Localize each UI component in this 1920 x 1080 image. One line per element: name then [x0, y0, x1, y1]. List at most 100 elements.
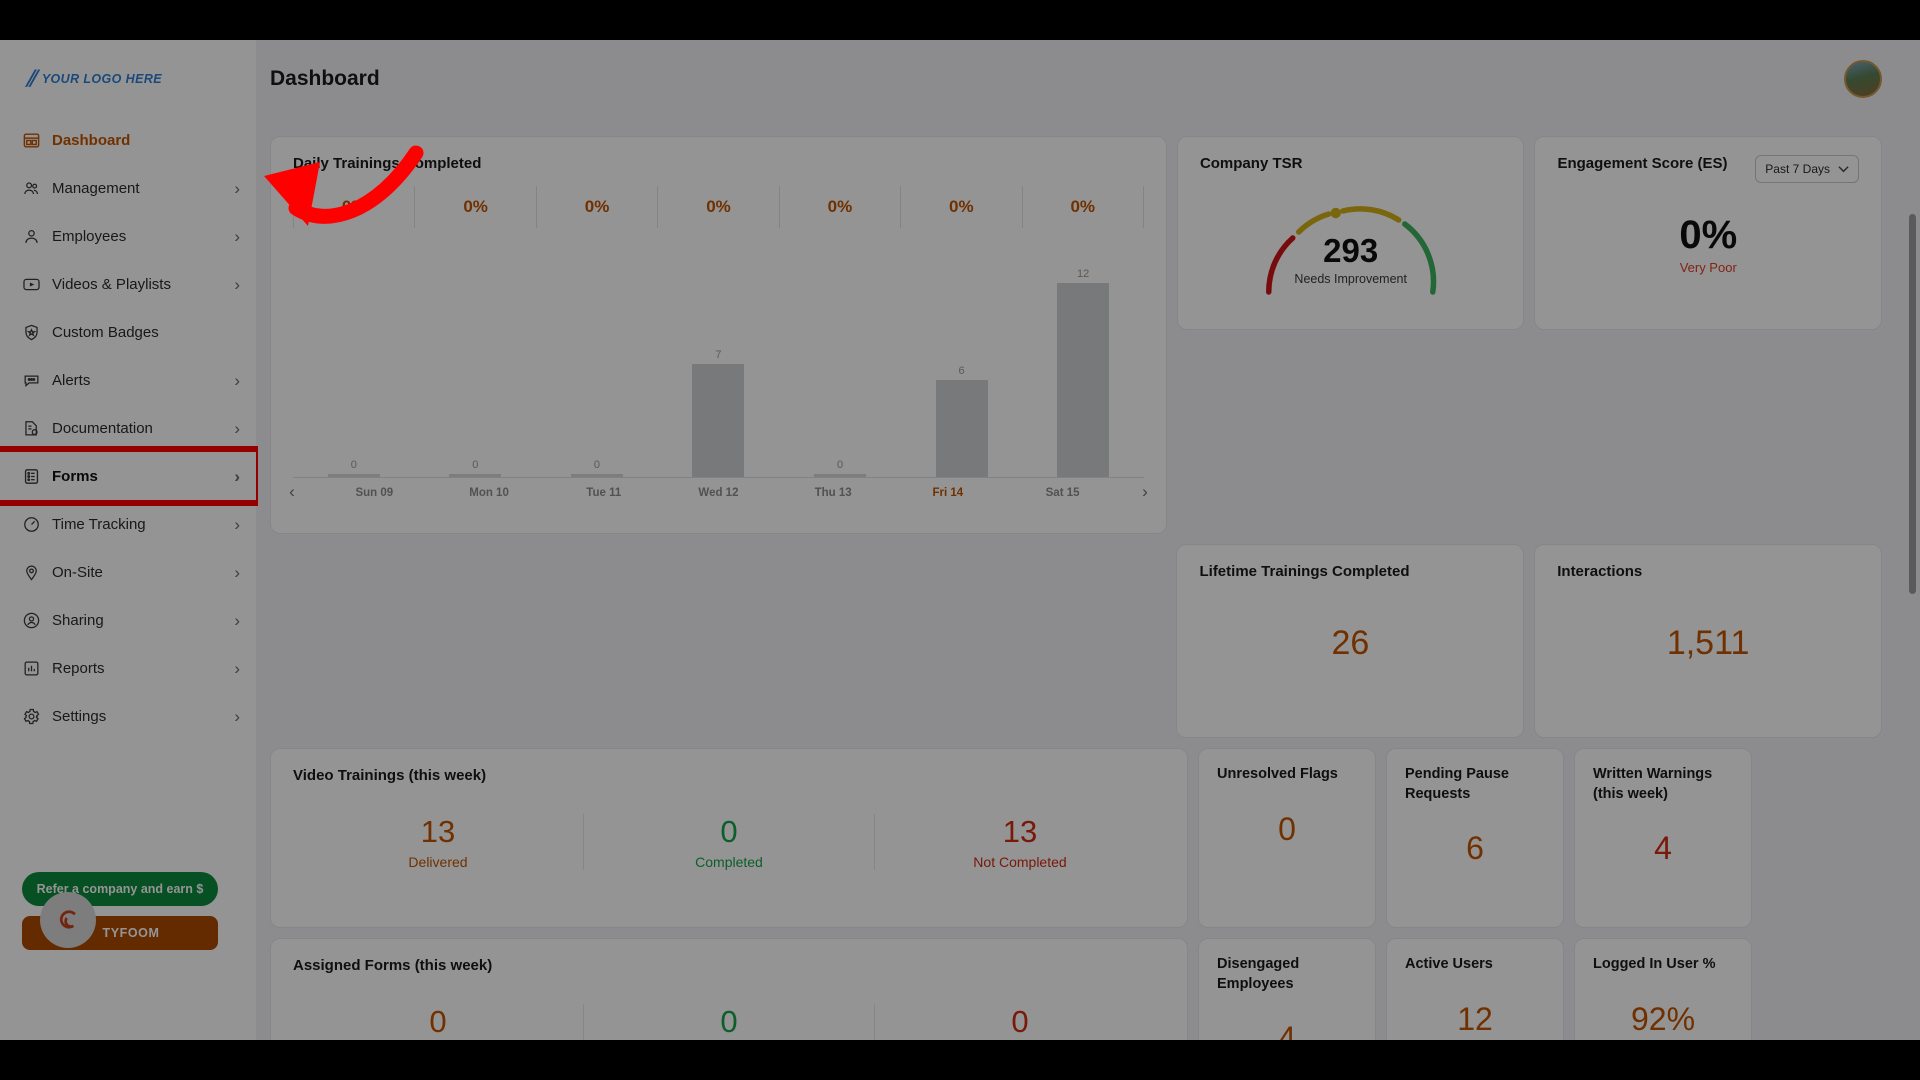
chart-bar-value: 12	[1077, 268, 1090, 280]
percent-cell: 0%	[900, 186, 1021, 228]
chart-x-label: Sat 15	[1045, 487, 1080, 499]
pending-pause-requests-card: Pending Pause Requests 6	[1386, 748, 1564, 928]
card-title: Active Users	[1405, 956, 1493, 972]
pending-pause-value: 6	[1466, 830, 1484, 867]
sidebar-item-videos-playlists[interactable]: Videos & Playlists ›	[0, 260, 256, 308]
unresolved-flags-card: Unresolved Flags 0	[1198, 748, 1376, 928]
document-icon	[22, 419, 52, 438]
card-title: Pending Pause Requests	[1405, 766, 1509, 802]
engagement-score-card: Engagement Score (ES) Past 7 Days 0% Ver…	[1534, 136, 1882, 330]
card-title: Interactions	[1557, 563, 1643, 580]
sidebar-item-label: Alerts	[52, 371, 91, 389]
logged-in-value: 92%	[1630, 1000, 1696, 1037]
chart-x-label: Sun 09	[355, 487, 394, 499]
chart-x-axis: Sun 09 Mon 10 Tue 11 Wed 12 Thu 13 Fri 14 Sat …	[317, 487, 1120, 499]
company-tsr-card: Company TSR 293 Needs Improvement	[1176, 136, 1525, 330]
sidebar-item-label: Time Tracking	[52, 515, 146, 533]
sidebar-item-reports[interactable]: Reports ›	[0, 644, 256, 692]
sidebar-item-label: Custom Badges	[52, 323, 159, 341]
chart-x-label: Wed 12	[698, 487, 739, 499]
chart-bar-column: 12	[1022, 249, 1144, 477]
brand-badge[interactable]	[40, 892, 96, 948]
sidebar-item-forms[interactable]: Forms ›	[0, 452, 256, 500]
sidebar-item-settings[interactable]: Settings ›	[0, 692, 256, 740]
chart-bar-value: 0	[350, 459, 357, 471]
metric-cell: 13 Not Completed	[874, 814, 1165, 870]
sidebar: ⫽ YOUR LOGO HERE Dashboard Management ›	[0, 40, 258, 1040]
dashboard-row-2: Lifetime Trainings Completed 26 Interact…	[270, 544, 1882, 738]
lifetime-value: 26	[1331, 624, 1370, 662]
sidebar-item-sharing[interactable]: Sharing ›	[0, 596, 256, 644]
metric-label: Delivered	[408, 854, 468, 870]
sidebar-item-dashboard[interactable]: Dashboard	[0, 116, 256, 164]
dashboard-row-1: Daily Trainings Completed 0% 0% 0% 0% 0%…	[270, 136, 1882, 534]
chevron-right-icon: ›	[234, 178, 240, 198]
sidebar-item-custom-badges[interactable]: Custom Badges	[0, 308, 256, 356]
chart-next-button[interactable]: ›	[1134, 481, 1156, 503]
assigned-forms-card: Assigned Forms (this week) 0 Assigned 0 …	[270, 938, 1188, 1040]
logo-text: YOUR LOGO HERE	[41, 72, 163, 86]
sidebar-item-time-tracking[interactable]: Time Tracking ›	[0, 500, 256, 548]
unresolved-flags-value: 0	[1278, 810, 1296, 847]
engagement-status: Very Poor	[1679, 260, 1737, 275]
card-title: Disengaged Employees	[1217, 956, 1300, 992]
sidebar-item-label: Management	[52, 179, 140, 197]
gear-icon	[22, 707, 52, 726]
chevron-right-icon: ›	[234, 418, 240, 438]
chevron-right-icon: ›	[234, 706, 240, 726]
sidebar-item-on-site[interactable]: On-Site ›	[0, 548, 256, 596]
chart-prev-button[interactable]: ‹	[281, 481, 303, 503]
sidebar-item-label: Videos & Playlists	[52, 275, 171, 293]
chevron-right-icon: ›	[234, 562, 240, 582]
chart-axis-line	[293, 477, 1144, 478]
assigned-forms-body: 0 Assigned 0 Completed 0 Not Completed	[293, 1004, 1165, 1040]
chart-bar-value: 0	[593, 459, 600, 471]
chart-bar[interactable]	[1057, 283, 1110, 477]
chart-bar[interactable]	[935, 380, 988, 477]
chart-bar-column: 0	[415, 249, 537, 477]
written-warnings-card: Written Warnings (this week) 4	[1574, 748, 1752, 928]
metric-cell: 0 Assigned	[293, 1004, 583, 1040]
avatar[interactable]	[1844, 60, 1882, 98]
sidebar-item-label: Employees	[52, 227, 127, 245]
metric-value: 0	[720, 814, 738, 849]
sidebar-item-alerts[interactable]: Alerts ›	[0, 356, 256, 404]
percent-cell: 0%	[1021, 186, 1144, 228]
chart-bar-column: 6	[901, 249, 1023, 477]
chart-percent-row: 0% 0% 0% 0% 0% 0% 0%	[293, 186, 1144, 228]
active-users-value: 12	[1457, 1000, 1493, 1037]
percent-cell: 0%	[293, 186, 414, 228]
metric-cell: 0 Completed	[583, 814, 874, 870]
sidebar-item-documentation[interactable]: Documentation ›	[0, 404, 256, 452]
dashboard-row-4: Assigned Forms (this week) 0 Assigned 0 …	[270, 938, 1882, 1040]
metric-cell: 0 Completed	[583, 1004, 874, 1040]
sidebar-item-management[interactable]: Management ›	[0, 164, 256, 212]
disengaged-employees-card: Disengaged Employees 4	[1198, 938, 1376, 1040]
chart-bar-column: 0	[779, 249, 901, 477]
vertical-scrollbar[interactable]	[1909, 214, 1916, 594]
card-title: Written Warnings (this week)	[1593, 766, 1713, 802]
active-users-card: Active Users 12	[1386, 938, 1564, 1040]
chevron-down-icon	[1838, 162, 1849, 176]
date-range-select[interactable]: Past 7 Days	[1755, 155, 1859, 183]
chart-bar[interactable]	[692, 364, 745, 477]
chevron-right-icon: ›	[234, 658, 240, 678]
tyfoom-swirl-icon	[59, 910, 76, 929]
card-title: Lifetime Trainings Completed	[1199, 563, 1410, 580]
metric-value: 0	[720, 1004, 738, 1039]
app-logo[interactable]: ⫽ YOUR LOGO HERE	[0, 40, 256, 90]
percent-cell: 0%	[414, 186, 535, 228]
chart-bars: 0 0 0 7 0 6 12	[293, 249, 1144, 477]
card-title: Unresolved Flags	[1217, 766, 1338, 782]
chart-x-label: Fri 14	[932, 487, 964, 499]
pin-icon	[22, 563, 52, 582]
engagement-header: Engagement Score (ES) Past 7 Days	[1557, 155, 1859, 183]
card-title: Assigned Forms (this week)	[293, 957, 493, 974]
alert-chat-icon	[22, 371, 52, 390]
metric-cell: 13 Delivered	[293, 814, 583, 870]
sidebar-item-employees[interactable]: Employees ›	[0, 212, 256, 260]
card-title: Company TSR	[1199, 155, 1303, 172]
chart-bar-column: 0	[536, 249, 658, 477]
chevron-right-icon: ›	[234, 370, 240, 390]
chevron-right-icon: ›	[234, 610, 240, 630]
